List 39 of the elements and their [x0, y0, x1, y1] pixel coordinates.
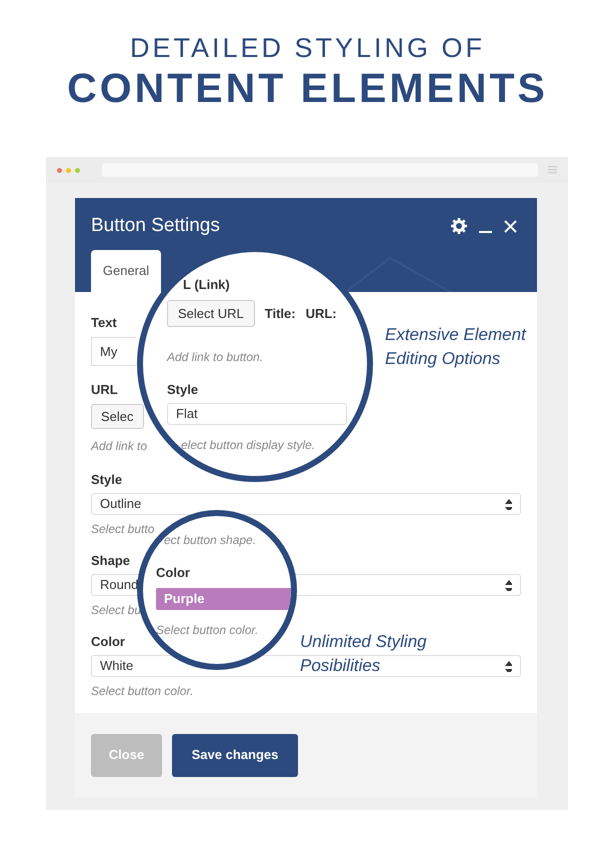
- select-field[interactable]: Flat: [167, 403, 347, 425]
- hint-text: ect button shape.: [164, 532, 256, 548]
- annotation-text: Posibilities: [300, 655, 382, 677]
- field-label: Text: [91, 314, 117, 332]
- hint-text: Add link to button.: [167, 349, 264, 365]
- annotation-text: Unlimited Styling: [300, 631, 427, 653]
- hint-text: Select button color.: [91, 683, 194, 699]
- hint-text: Add link to: [91, 438, 148, 454]
- settings-icon[interactable]: [451, 218, 467, 234]
- select-value: White: [100, 657, 134, 676]
- field-label: URL: [91, 381, 118, 399]
- select-arrows-icon: [505, 660, 512, 672]
- tab[interactable]: General: [91, 250, 161, 292]
- select-value: Round: [100, 576, 138, 594]
- select-url-button[interactable]: Select URL: [167, 300, 255, 327]
- save-button[interactable]: Save changes: [172, 734, 298, 776]
- menu-icon: [548, 166, 557, 174]
- select-arrows-icon: [505, 580, 512, 590]
- headline: DETAILED STYLING OF: [130, 32, 486, 65]
- hint-text: elect button display style.: [181, 437, 316, 453]
- select-value: Outline: [100, 495, 142, 514]
- select-arrows-icon: [505, 498, 512, 510]
- annotation-text: Extensive Element: [385, 324, 526, 346]
- hint-text: Select butto: [91, 521, 154, 537]
- select-field[interactable]: Outline: [91, 493, 521, 515]
- annotation-text: Editing Options: [385, 348, 502, 370]
- hint-text: Select button color.: [156, 622, 258, 638]
- field-label: Style: [167, 381, 198, 399]
- dialog-title: Button Settings: [91, 214, 221, 238]
- field-label: L (Link): [183, 276, 230, 294]
- field-label: Shape: [91, 552, 130, 570]
- text-input[interactable]: My: [91, 337, 136, 366]
- headline: CONTENT ELEMENTS: [67, 66, 548, 110]
- close-icon[interactable]: [504, 220, 517, 233]
- field-label: Color: [91, 633, 125, 651]
- field-label: Style: [91, 471, 122, 489]
- select-url-button[interactable]: Selec: [91, 404, 144, 429]
- title-label: Title:: [264, 304, 296, 323]
- url-label: URL:: [306, 304, 337, 323]
